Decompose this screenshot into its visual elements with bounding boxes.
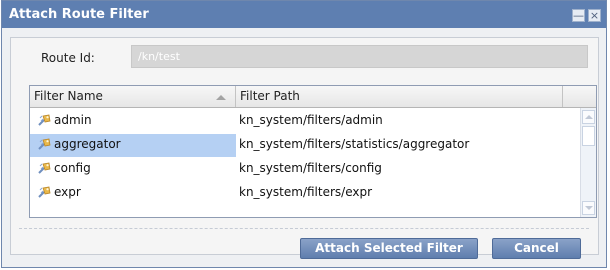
filter-path-cell[interactable]: kn_system/filters/admin [236,110,383,136]
scroll-up-icon [585,115,593,119]
column-header-extra[interactable] [563,86,596,107]
dialog-titlebar[interactable]: Attach Route Filter — × [2,1,606,28]
dialog-title: Attach Route Filter [9,7,149,22]
filter-icon [38,113,52,127]
minimize-icon[interactable]: — [572,9,585,22]
filter-path-cell[interactable]: kn_system/filters/config [236,158,382,184]
dialog-divider [19,228,589,229]
scroll-down-button[interactable] [582,201,595,215]
table-row[interactable]: admin kn_system/filters/admin [30,110,580,133]
sort-ascending-icon [216,95,226,100]
table-header: Filter Name Filter Path [30,86,596,108]
table-row[interactable]: aggregator kn_system/filters/statistics/a… [30,134,580,157]
column-header-filter-path[interactable]: Filter Path [236,86,563,107]
filter-icon [38,161,52,175]
column-header-label: Filter Path [240,89,300,103]
route-id-field: /kn/test [131,45,588,68]
filter-name: expr [54,185,81,199]
filter-name: aggregator [54,137,121,151]
filter-name-cell[interactable]: admin [30,110,236,133]
filter-name-cell[interactable]: config [30,158,236,181]
scroll-up-button[interactable] [582,110,595,124]
attach-selected-filter-button[interactable]: Attach Selected Filter [300,238,478,259]
vertical-scrollbar[interactable] [580,108,596,217]
filter-name: config [54,161,91,175]
table-row[interactable]: config kn_system/filters/config [30,158,580,181]
filter-name-cell[interactable]: expr [30,182,236,205]
filter-icon [38,137,52,151]
table-row[interactable]: expr kn_system/filters/expr [30,182,580,205]
filter-table: Filter Name Filter Path admin kn_system/f… [29,85,597,218]
scroll-down-icon [585,206,593,210]
route-id-label: Route Id: [41,51,95,65]
filter-name-cell[interactable]: aggregator [30,134,236,157]
cancel-button[interactable]: Cancel [492,238,581,259]
filter-path-cell[interactable]: kn_system/filters/expr [236,182,372,208]
column-header-filter-name[interactable]: Filter Name [30,86,236,107]
attach-route-filter-dialog: Attach Route Filter — × Route Id: /kn/te… [1,0,607,268]
close-icon[interactable]: × [588,9,601,22]
dialog-body: Route Id: /kn/test Filter Name Filter Pa… [10,37,599,259]
filter-name: admin [54,113,92,127]
filter-icon [38,185,52,199]
filter-path-cell[interactable]: kn_system/filters/statistics/aggregator [236,134,469,160]
column-header-label: Filter Name [34,89,103,103]
scroll-thumb[interactable] [582,126,595,146]
